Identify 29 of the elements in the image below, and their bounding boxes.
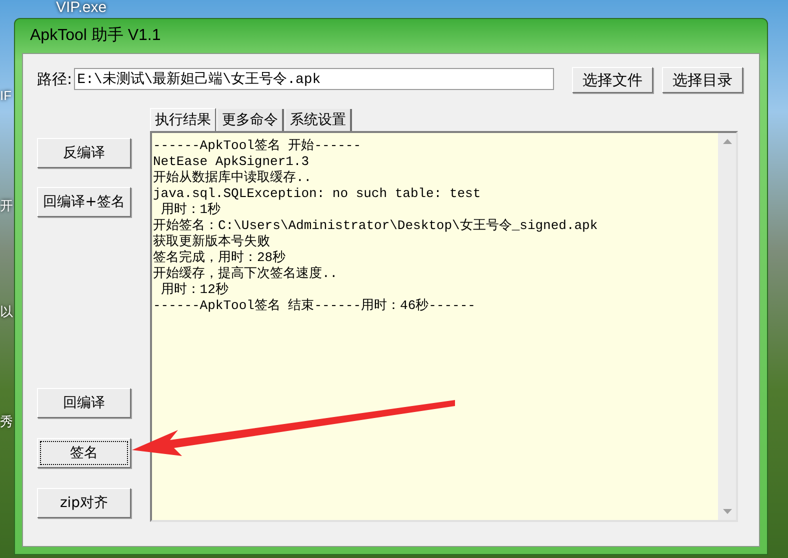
desktop-icon-label[interactable]: 秀 [0, 412, 13, 432]
tab[interactable]: 系统设置 [286, 109, 352, 131]
log-line: 签名完成，用时：28秒 [153, 250, 287, 266]
log-line: ------ApkTool签名 结束------用时：46秒------ [153, 298, 476, 314]
desktop-icon-label[interactable]: 以 [0, 302, 13, 322]
log-line: 获取更新版本号失败 [153, 234, 271, 250]
scroll-up-icon[interactable] [722, 139, 732, 144]
action-button[interactable]: zip对齐 [37, 488, 131, 518]
path-field[interactable]: E:\未测试\最新妲己端\女王号令.apk [74, 68, 554, 90]
log-line: ------ApkTool签名 开始------ [153, 138, 362, 154]
log-line: 用时：12秒 [160, 282, 230, 298]
log-line: java.sql.SQLException: no such table: test [153, 186, 482, 202]
path-label: 路径: [37, 69, 72, 90]
action-button[interactable]: 回编译 [37, 388, 131, 418]
tab[interactable]: 更多命令 [218, 109, 284, 131]
log-line: 开始从数据库中读取缓存.. [153, 170, 313, 186]
vertical-scrollbar[interactable] [718, 133, 736, 520]
action-button[interactable]: 反编译 [37, 138, 131, 168]
tab[interactable]: 执行结果 [150, 108, 216, 131]
toolbar-button[interactable]: 选择文件 [572, 67, 653, 93]
log-line: 开始缓存，提高下次签名速度.. [153, 266, 339, 282]
log-line: 用时：1秒 [160, 202, 222, 218]
action-button[interactable]: 签名 [37, 438, 131, 468]
window-title: ApkTool 助手 V1.1 [30, 26, 161, 46]
action-button[interactable]: 回编译+签名 [37, 187, 131, 217]
log-line: 开始签名：C:\Users\Administrator\Desktop\女王号令_signed.apk [153, 218, 599, 234]
toolbar-button[interactable]: 选择目录 [662, 67, 743, 93]
scroll-down-icon[interactable] [722, 509, 732, 514]
log-line: NetEase ApkSigner1.3 [153, 154, 310, 170]
